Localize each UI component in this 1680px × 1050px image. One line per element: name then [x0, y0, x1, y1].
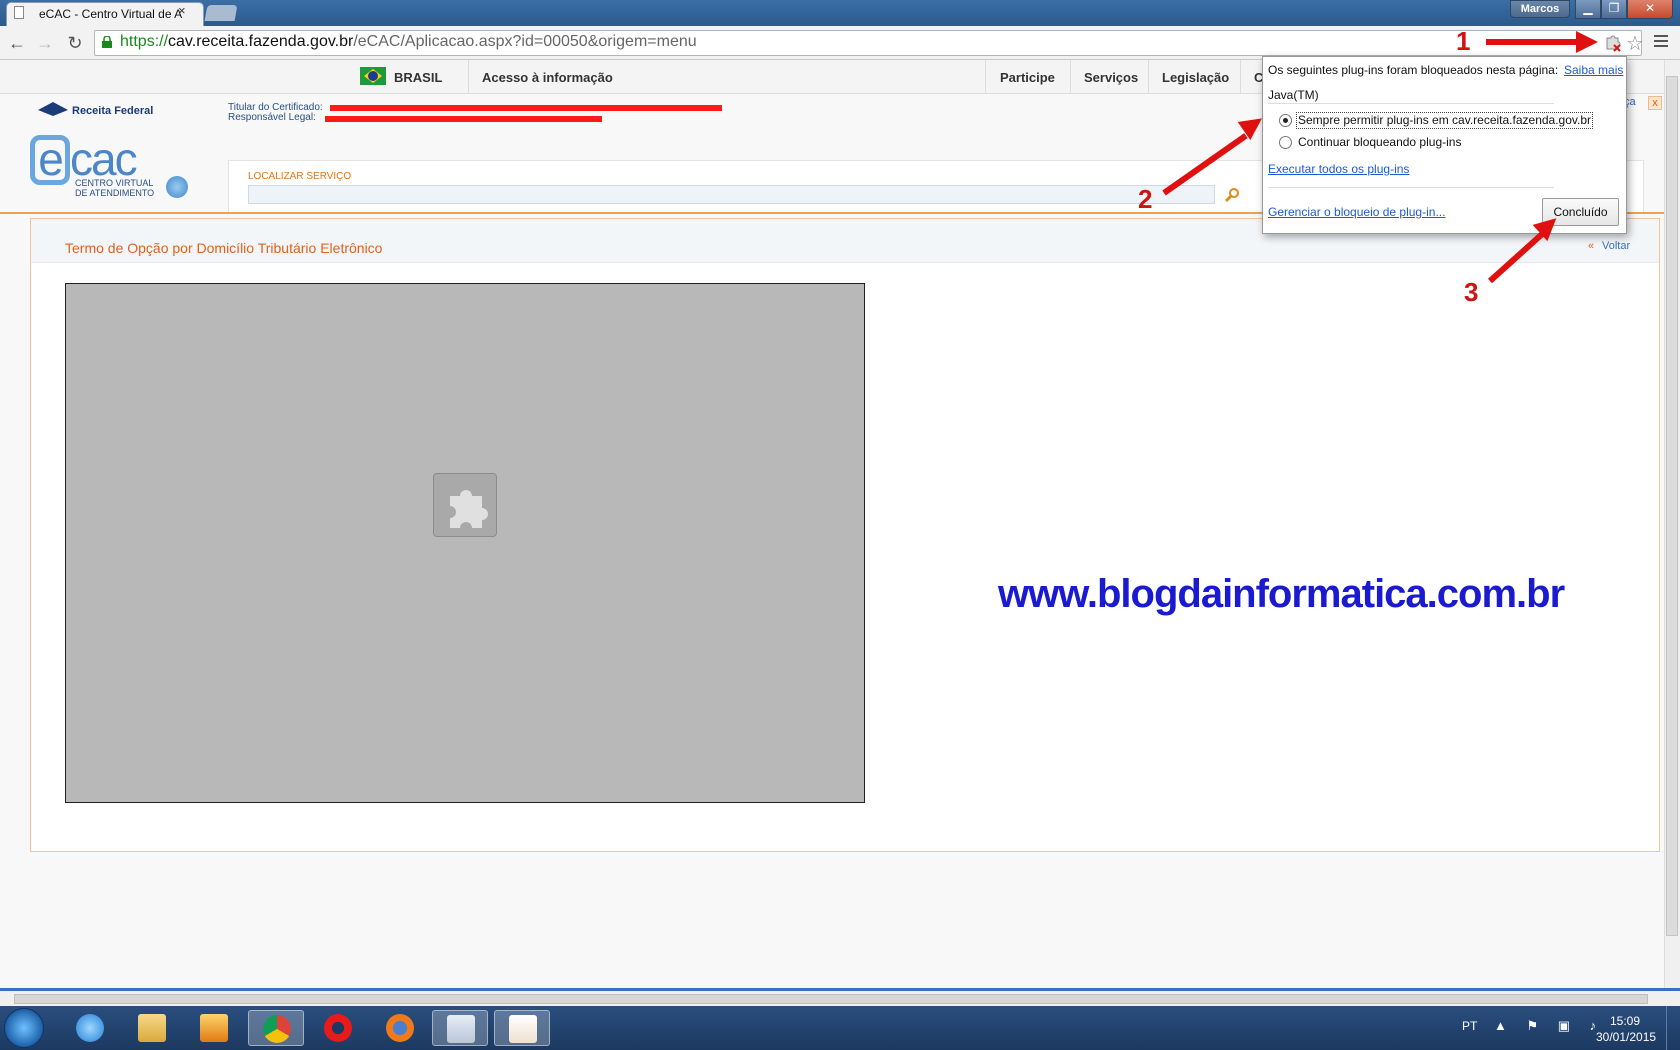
url-scheme: https:// [120, 33, 169, 50]
ecac-subtitle: CENTRO VIRTUAL DE ATENDIMENTO [75, 178, 154, 198]
window-icon [447, 1015, 475, 1043]
divider [1268, 187, 1554, 188]
firefox-icon [386, 1014, 414, 1042]
url-text[interactable]: https://cav.receita.fazenda.gov.br/eCAC/… [120, 33, 697, 51]
divider [1268, 103, 1554, 104]
maximize-button[interactable]: ❐ [1601, 0, 1627, 19]
popup-header: Os seguintes plug-ins foram bloqueados n… [1268, 63, 1559, 77]
show-desktop-button[interactable] [1666, 1006, 1680, 1050]
run-all-plugins-link[interactable]: Executar todos os plug-ins [1268, 162, 1409, 176]
legislacao-link[interactable]: Legislação [1162, 70, 1229, 85]
taskbar-windows-explorer[interactable] [432, 1010, 488, 1046]
lock-icon [102, 36, 112, 48]
ecac-subtitle-line1: CENTRO VIRTUAL [75, 178, 154, 188]
browser-tab[interactable]: eCAC - Centro Virtual de A [6, 2, 204, 26]
search-icon[interactable] [1224, 187, 1240, 203]
annotation-number-1: 1 [1456, 26, 1471, 56]
url-path: /eCAC/Aplicacao.aspx?id=00050&origem=men… [353, 33, 697, 50]
taskbar-file-explorer[interactable] [124, 1010, 180, 1046]
url-host: cav.receita.fazenda.gov.br [168, 33, 354, 50]
brazil-flag-icon [360, 67, 386, 85]
user-profile-badge[interactable]: Marcos [1510, 0, 1570, 18]
brasil-link[interactable]: BRASIL [394, 70, 442, 85]
home-icon[interactable] [166, 176, 188, 198]
annotation-number-2: 2 [1138, 184, 1153, 214]
divider [985, 60, 986, 94]
watermark-text: www.blogdainformatica.com.br [998, 572, 1565, 616]
new-tab-button[interactable] [204, 5, 238, 21]
blocked-plugin-area[interactable] [65, 283, 865, 803]
manage-plugins-link[interactable]: Gerenciar o bloqueio de plug-in... [1268, 205, 1445, 219]
horizontal-scroll-thumb[interactable] [14, 994, 1648, 1004]
option-block-label[interactable]: Continuar bloqueando plug-ins [1298, 135, 1461, 149]
taskbar-firefox[interactable] [372, 1010, 428, 1046]
minimize-button[interactable]: ▁ [1575, 0, 1601, 19]
vertical-scroll-thumb[interactable] [1666, 76, 1678, 936]
reload-icon[interactable]: ↻ [64, 32, 86, 54]
participe-link[interactable]: Participe [1000, 70, 1055, 85]
folder-icon [138, 1014, 166, 1042]
annotation-number-3: 3 [1464, 277, 1479, 307]
divider [468, 60, 469, 94]
input-language[interactable]: PT [1462, 1019, 1477, 1033]
internet-explorer-icon [76, 1014, 104, 1042]
plugin-name: Java(TM) [1268, 88, 1319, 102]
certificate-info: Titular do Certificado: Responsável Lega… [228, 103, 323, 123]
chrome-icon [263, 1015, 291, 1043]
redaction-bar [330, 105, 722, 111]
back-arrow-icon[interactable]: ← [6, 32, 28, 54]
bookmark-star-icon[interactable]: ☆ [1626, 31, 1644, 56]
servicos-link[interactable]: Serviços [1084, 70, 1138, 85]
plugin-blocked-icon[interactable] [1604, 34, 1622, 52]
page-title: Termo de Opção por Domicílio Tributário … [65, 240, 383, 256]
forward-arrow-icon[interactable]: → [34, 32, 56, 54]
radio-block[interactable] [1279, 136, 1292, 149]
clock-time[interactable]: 15:09 [1610, 1014, 1640, 1028]
radio-allow[interactable] [1279, 114, 1292, 127]
option-allow-label[interactable]: Sempre permitir plug-ins em cav.receita.… [1298, 113, 1591, 127]
back-link[interactable]: Voltar [1602, 240, 1630, 252]
page-icon [14, 6, 24, 19]
search-label: LOCALIZAR SERVIÇO [248, 171, 352, 182]
taskbar-java[interactable] [494, 1010, 550, 1046]
annotation-arrow-1 [1486, 39, 1578, 45]
learn-more-link[interactable]: Saiba mais [1564, 63, 1623, 77]
ecac-logo-e: e [30, 135, 70, 185]
divider [1070, 60, 1071, 94]
search-input[interactable] [248, 185, 1215, 204]
ecac-subtitle-line2: DE ATENDIMENTO [75, 188, 155, 198]
back-double-arrow-icon[interactable]: « [1588, 240, 1594, 252]
tray-icons[interactable]: ▲ ⚑ ▣ ♪ [1494, 1018, 1604, 1034]
legal-resp-label: Responsável Legal: [228, 112, 316, 123]
annotation-arrowhead-1 [1576, 31, 1598, 53]
receita-federal-logo[interactable]: Receita Federal [72, 105, 153, 117]
taskbar-internet-explorer[interactable] [62, 1010, 118, 1046]
opera-icon [324, 1014, 352, 1042]
redaction-bar [325, 116, 602, 122]
divider [1240, 60, 1241, 94]
taskbar-media-player[interactable] [186, 1010, 242, 1046]
browser-tab-strip [0, 0, 1680, 26]
divider [1148, 60, 1149, 94]
access-info-link[interactable]: Acesso à informação [482, 70, 613, 85]
receita-emblem-icon [38, 102, 68, 116]
puzzle-piece-icon [433, 473, 497, 537]
media-player-icon [200, 1014, 228, 1042]
tab-title: eCAC - Centro Virtual de A [39, 7, 183, 21]
tab-close-icon[interactable]: × [178, 3, 186, 18]
taskbar-chrome[interactable] [248, 1010, 304, 1046]
close-icon[interactable]: x [1648, 96, 1662, 110]
clock-date[interactable]: 30/01/2015 [1596, 1030, 1656, 1044]
taskbar-opera[interactable] [310, 1010, 366, 1046]
menu-icon[interactable] [1654, 33, 1668, 49]
java-icon [509, 1015, 537, 1043]
close-window-button[interactable]: ✕ [1627, 0, 1673, 19]
start-button[interactable] [4, 1008, 44, 1048]
